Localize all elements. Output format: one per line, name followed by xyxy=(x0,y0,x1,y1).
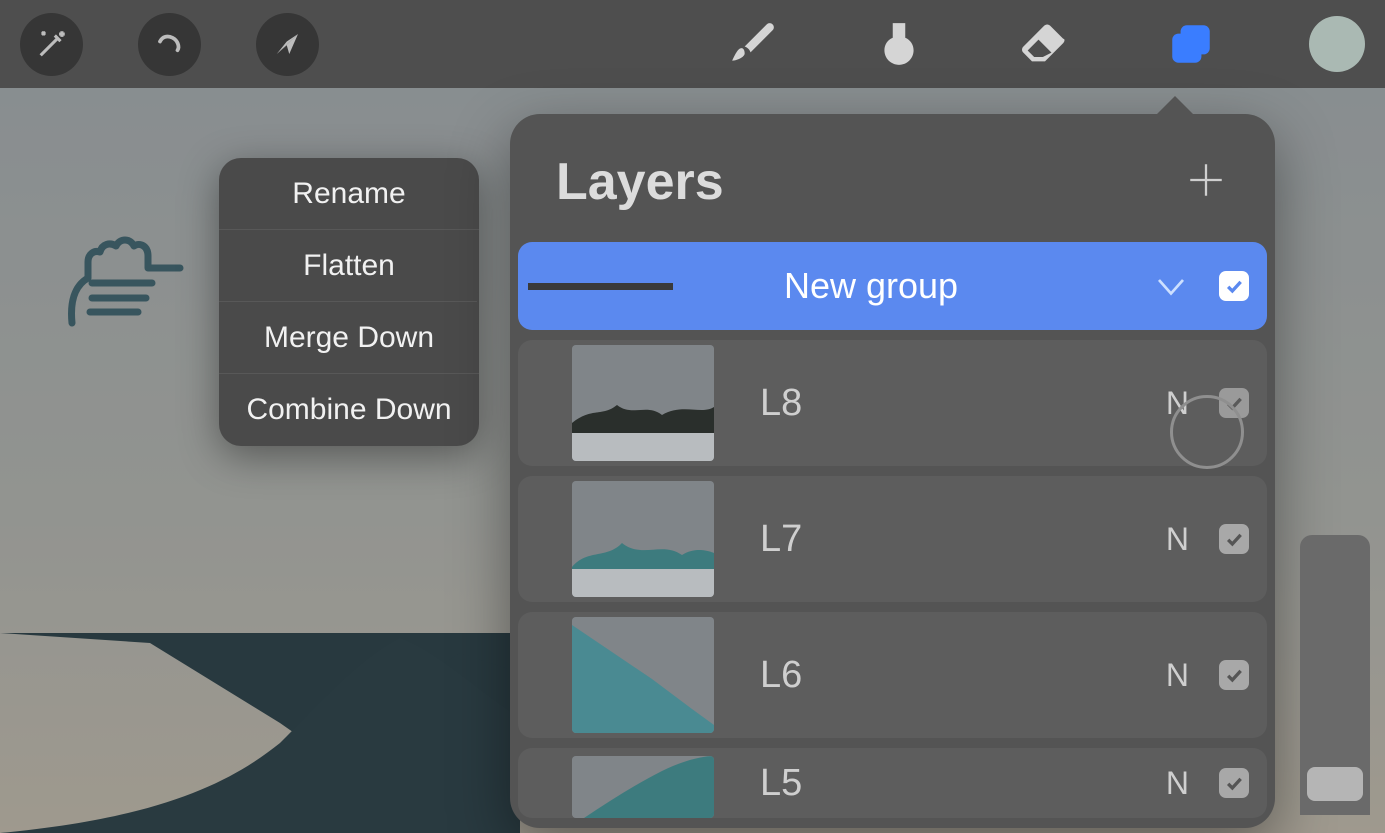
layer-visibility-checkbox[interactable] xyxy=(1219,768,1249,798)
layer-name: L8 xyxy=(760,382,1166,425)
canvas-mountain-shape xyxy=(0,633,520,833)
context-combine-down[interactable]: Combine Down xyxy=(219,374,479,446)
layer-visibility-checkbox[interactable] xyxy=(1219,388,1249,418)
blend-mode[interactable]: N xyxy=(1166,521,1189,558)
selection-icon xyxy=(155,29,185,59)
eraser-icon xyxy=(1019,18,1071,70)
layer-thumbnail xyxy=(572,617,714,733)
eraser-tool[interactable] xyxy=(1017,16,1073,72)
brush-icon xyxy=(728,19,778,69)
hand-pointer-graphic xyxy=(60,228,190,338)
top-toolbar xyxy=(0,0,1385,88)
brush-tool[interactable] xyxy=(725,16,781,72)
layer-name: L6 xyxy=(760,654,1166,697)
layer-thumbnail xyxy=(572,481,714,597)
check-icon xyxy=(1224,276,1244,296)
layer-context-menu: Rename Flatten Merge Down Combine Down xyxy=(219,158,479,446)
layers-panel: Layers New group xyxy=(510,114,1275,828)
layer-row[interactable]: L6 N xyxy=(518,612,1267,738)
side-slider[interactable] xyxy=(1300,535,1370,815)
blend-mode[interactable]: N xyxy=(1166,385,1189,422)
blend-mode[interactable]: N xyxy=(1166,657,1189,694)
layer-row[interactable]: L8 N xyxy=(518,340,1267,466)
chevron-down-icon[interactable] xyxy=(1153,268,1189,304)
slider-handle[interactable] xyxy=(1307,767,1363,801)
layer-visibility-checkbox[interactable] xyxy=(1219,660,1249,690)
layers-tool[interactable] xyxy=(1163,16,1219,72)
magic-wand-button[interactable] xyxy=(20,13,83,76)
layer-thumbnail xyxy=(572,756,714,818)
color-swatch[interactable] xyxy=(1309,16,1365,72)
check-icon xyxy=(1224,393,1244,413)
layers-icon xyxy=(1166,19,1216,69)
smudge-icon xyxy=(874,19,924,69)
group-label: New group xyxy=(589,265,1153,307)
arrow-icon xyxy=(273,29,303,59)
layer-thumbnail xyxy=(572,345,714,461)
share-button[interactable] xyxy=(256,13,319,76)
context-merge-down[interactable]: Merge Down xyxy=(219,302,479,374)
smudge-tool[interactable] xyxy=(871,16,927,72)
context-rename[interactable]: Rename xyxy=(219,158,479,230)
layer-row[interactable]: L7 N xyxy=(518,476,1267,602)
layers-title: Layers xyxy=(556,152,724,212)
add-layer-button[interactable] xyxy=(1185,159,1227,206)
magic-wand-icon xyxy=(35,27,69,61)
layer-name: L5 xyxy=(760,762,1166,805)
check-icon xyxy=(1224,529,1244,549)
selection-button[interactable] xyxy=(138,13,201,76)
context-flatten[interactable]: Flatten xyxy=(219,230,479,302)
check-icon xyxy=(1224,665,1244,685)
group-visibility-checkbox[interactable] xyxy=(1219,271,1249,301)
check-icon xyxy=(1224,773,1244,793)
layer-visibility-checkbox[interactable] xyxy=(1219,524,1249,554)
blend-mode[interactable]: N xyxy=(1166,765,1189,802)
plus-icon xyxy=(1185,159,1227,201)
layer-name: L7 xyxy=(760,518,1166,561)
layer-row[interactable]: L5 N xyxy=(518,748,1267,818)
layer-group-row[interactable]: New group xyxy=(518,242,1267,330)
